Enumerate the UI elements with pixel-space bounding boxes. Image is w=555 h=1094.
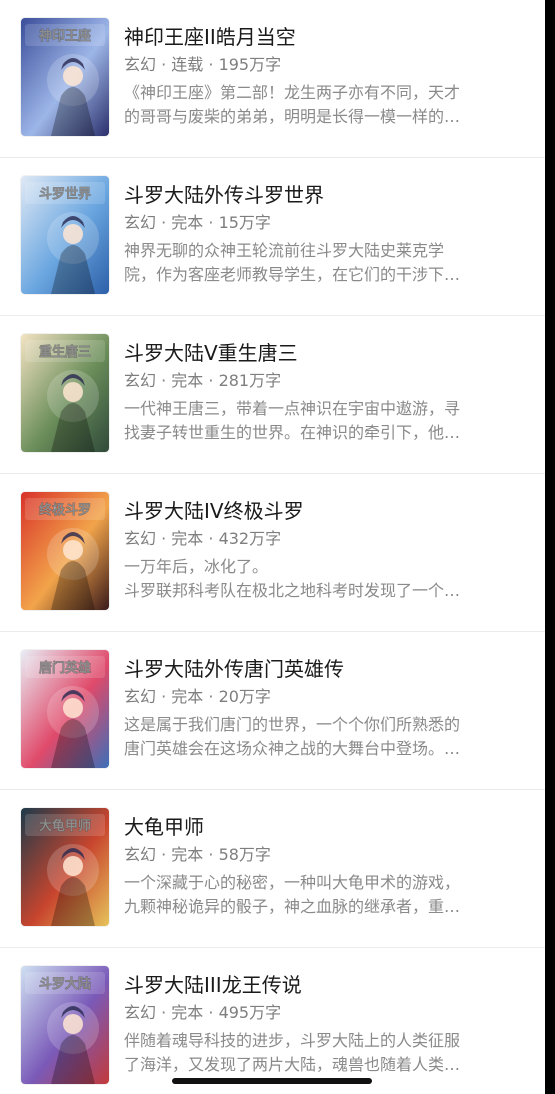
- book-cover-title-text: 唐门英雄: [39, 660, 91, 676]
- book-status: 连载: [171, 55, 204, 74]
- book-list-item[interactable]: 神印王座 神印王座II皓月当空玄幻 · 连载 · 195万字《神印王座》第二部！龙…: [0, 0, 545, 158]
- book-cover-title-text: 终极斗罗: [39, 502, 91, 518]
- book-status: 完本: [171, 845, 204, 864]
- meta-separator: ·: [156, 529, 172, 548]
- book-description: 《神印王座》第二部！龙生两子亦有不同，天才 的哥哥与废柴的弟弟，明明是长得一模一样…: [124, 81, 516, 129]
- book-status: 完本: [171, 371, 204, 390]
- book-genre: 玄幻: [124, 1003, 157, 1022]
- meta-separator: ·: [203, 371, 219, 390]
- book-cover-title-text: 斗罗大陆: [39, 976, 91, 992]
- book-description-line: 院，作为客座老师教导学生，在它们的干涉下…: [124, 265, 461, 284]
- book-cover-image[interactable]: 重生唐三: [21, 334, 109, 452]
- book-list-item[interactable]: 斗罗世界 斗罗大陆外传斗罗世界玄幻 · 完本 · 15万字神界无聊的众神王轮流前往…: [0, 158, 545, 316]
- book-cover-image[interactable]: 终极斗罗: [21, 492, 109, 610]
- book-description-line: 《神印王座》第二部！龙生两子亦有不同，天才: [124, 83, 461, 102]
- book-cover-image[interactable]: 唐门英雄: [21, 650, 109, 768]
- book-meta: 玄幻 · 完本 · 495万字: [124, 1002, 281, 1024]
- book-description-line: 一代神王唐三，带着一点神识在宇宙中遨游，寻: [124, 399, 461, 418]
- meta-separator: ·: [156, 1003, 172, 1022]
- book-description-line: 唐门英雄会在这场众神之战的大舞台中登场。…: [124, 739, 461, 758]
- book-word-count: 432万字: [218, 529, 282, 548]
- book-word-count: 281万字: [218, 371, 282, 390]
- book-title[interactable]: 斗罗大陆外传唐门英雄传: [124, 656, 344, 682]
- book-description-line: 了海洋，又发现了两片大陆，魂兽也随着人类…: [124, 1055, 461, 1074]
- book-word-count: 58万字: [218, 845, 271, 864]
- meta-separator: ·: [203, 529, 219, 548]
- book-description: 一万年后，冰化了。斗罗联邦科考队在极北之地科考时发现了一个…: [124, 555, 516, 603]
- book-list-item[interactable]: 唐门英雄 斗罗大陆外传唐门英雄传玄幻 · 完本 · 20万字这是属于我们唐门的世界…: [0, 632, 545, 790]
- book-list-item[interactable]: 斗罗大陆 斗罗大陆III龙王传说玄幻 · 完本 · 495万字伴随着魂导科技的进步…: [0, 948, 545, 1094]
- book-genre: 玄幻: [124, 687, 157, 706]
- book-list-item[interactable]: 大龟甲师 大龟甲师玄幻 · 完本 · 58万字一个深藏于心的秘密，一种叫大龟甲术的…: [0, 790, 545, 948]
- book-title[interactable]: 斗罗大陆IV终极斗罗: [124, 498, 304, 524]
- book-cover-title-text: 斗罗世界: [39, 186, 91, 202]
- book-description-line: 斗罗联邦科考队在极北之地科考时发现了一个…: [124, 581, 461, 600]
- book-description-line: 这是属于我们唐门的世界，一个个你们所熟悉的: [124, 715, 461, 734]
- meta-separator: ·: [203, 687, 219, 706]
- book-word-count: 15万字: [218, 213, 271, 232]
- book-meta: 玄幻 · 完本 · 432万字: [124, 528, 281, 550]
- book-cover-title-text: 重生唐三: [39, 344, 91, 360]
- book-word-count: 495万字: [218, 1003, 282, 1022]
- book-cover-image[interactable]: 斗罗世界: [21, 176, 109, 294]
- meta-separator: ·: [156, 55, 172, 74]
- book-meta: 玄幻 · 完本 · 15万字: [124, 212, 271, 234]
- book-status: 完本: [171, 1003, 204, 1022]
- book-description: 这是属于我们唐门的世界，一个个你们所熟悉的 唐门英雄会在这场众神之战的大舞台中登场…: [124, 713, 516, 761]
- book-meta: 玄幻 · 完本 · 281万字: [124, 370, 281, 392]
- meta-separator: ·: [156, 371, 172, 390]
- book-title[interactable]: 斗罗大陆V重生唐三: [124, 340, 298, 366]
- meta-separator: ·: [203, 55, 219, 74]
- book-meta: 玄幻 · 完本 · 58万字: [124, 844, 271, 866]
- book-description-line: 找妻子转世重生的世界。在神识的牵引下，他…: [124, 423, 461, 442]
- book-genre: 玄幻: [124, 55, 157, 74]
- book-genre: 玄幻: [124, 845, 157, 864]
- book-description-line: 九颗神秘诡异的骰子，神之血脉的继承者，重…: [124, 897, 461, 916]
- meta-separator: ·: [203, 1003, 219, 1022]
- book-description-line: 的哥哥与废柴的弟弟，明明是长得一模一样的…: [124, 107, 461, 126]
- book-cover-title-text: 神印王座: [39, 28, 91, 44]
- book-list-item[interactable]: 终极斗罗 斗罗大陆IV终极斗罗 玄幻 · 完本 · 432万字 一万年后，冰化了。 斗罗…: [0, 474, 545, 632]
- book-genre: 玄幻: [124, 213, 157, 232]
- meta-separator: ·: [156, 213, 172, 232]
- book-title[interactable]: 斗罗大陆外传斗罗世界: [124, 182, 324, 208]
- book-description: 伴随着魂导科技的进步，斗罗大陆上的人类征服 了海洋，又发现了两片大陆，魂兽也随着人…: [124, 1029, 516, 1077]
- book-title[interactable]: 斗罗大陆III龙王传说: [124, 972, 302, 998]
- book-status: 完本: [171, 687, 204, 706]
- book-word-count: 195万字: [218, 55, 282, 74]
- book-cover-image[interactable]: 斗罗大陆: [21, 966, 109, 1084]
- book-cover-title-text: 大龟甲师: [39, 818, 91, 834]
- book-description: 一代神王唐三，带着一点神识在宇宙中遨游，寻 找妻子转世重生的世界。在神识的牵引下，…: [124, 397, 516, 445]
- book-word-count: 20万字: [218, 687, 271, 706]
- book-description-line: 神界无聊的众神王轮流前往斗罗大陆史莱克学: [124, 241, 445, 260]
- book-description-line: 一个深藏于心的秘密，一种叫大龟甲术的游戏，: [124, 873, 461, 892]
- book-title[interactable]: 神印王座II皓月当空: [124, 24, 296, 50]
- book-cover-image[interactable]: 大龟甲师: [21, 808, 109, 926]
- home-indicator[interactable]: [172, 1078, 372, 1084]
- book-meta: 玄幻 · 完本 · 20万字: [124, 686, 271, 708]
- book-meta: 玄幻 · 连载 · 195万字: [124, 54, 281, 76]
- book-description-line: 伴随着魂导科技的进步，斗罗大陆上的人类征服: [124, 1031, 461, 1050]
- book-list-item[interactable]: 重生唐三 斗罗大陆V重生唐三玄幻 · 完本 · 281万字一代神王唐三，带着一点神…: [0, 316, 545, 474]
- book-description: 神界无聊的众神王轮流前往斗罗大陆史莱克学 院，作为客座老师教导学生，在它们的干涉下…: [124, 239, 516, 287]
- meta-separator: ·: [203, 845, 219, 864]
- book-status: 完本: [171, 529, 204, 548]
- book-description-line: 一万年后，冰化了。: [124, 557, 269, 576]
- book-list-page: 神印王座 神印王座II皓月当空玄幻 · 连载 · 195万字《神印王座》第二部！龙…: [0, 0, 545, 1094]
- meta-separator: ·: [156, 687, 172, 706]
- book-genre: 玄幻: [124, 371, 157, 390]
- book-genre: 玄幻: [124, 529, 157, 548]
- book-description: 一个深藏于心的秘密，一种叫大龟甲术的游戏， 九颗神秘诡异的骰子，神之血脉的继承者，…: [124, 871, 516, 919]
- book-cover-image[interactable]: 神印王座: [21, 18, 109, 136]
- meta-separator: ·: [156, 845, 172, 864]
- book-title[interactable]: 大龟甲师: [124, 814, 204, 840]
- meta-separator: ·: [203, 213, 219, 232]
- book-status: 完本: [171, 213, 204, 232]
